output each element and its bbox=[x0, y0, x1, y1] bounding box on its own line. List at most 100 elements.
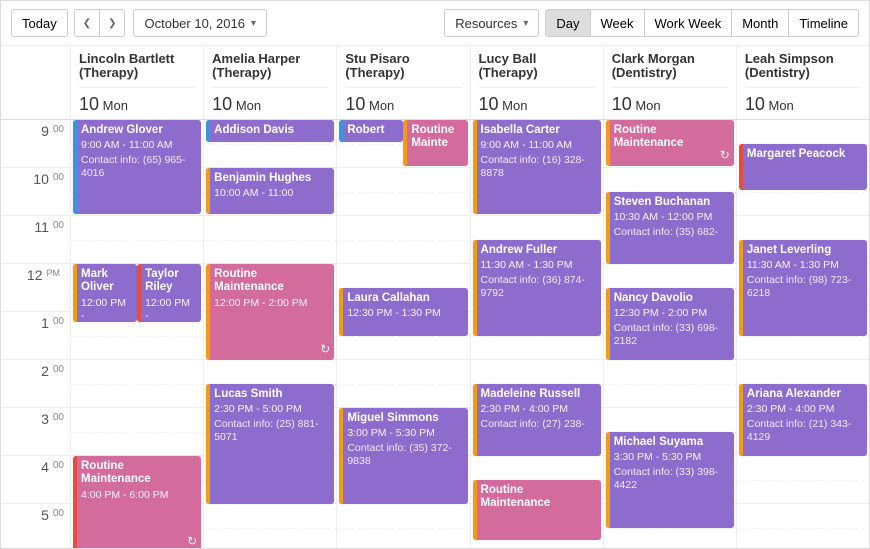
prev-button[interactable]: ❮ bbox=[74, 9, 99, 37]
calendar-lane[interactable]: Robert Routine Mainte Laura Callahan12:30 … bbox=[337, 120, 470, 548]
appointment-time: 11:30 AM - 1:30 PM bbox=[481, 259, 595, 272]
date-picker[interactable]: October 10, 2016 ▾ bbox=[133, 9, 267, 37]
status-stripe bbox=[73, 264, 77, 322]
appointment-title: Taylor Riley bbox=[145, 268, 195, 296]
time-label: 100 bbox=[1, 312, 70, 360]
appointment-time: 12:00 PM - bbox=[81, 297, 131, 321]
appointment[interactable]: Steven Buchanan10:30 AM - 12:00 PMContac… bbox=[606, 192, 734, 264]
appointment-title: Laura Callahan bbox=[347, 292, 461, 306]
next-button[interactable]: ❯ bbox=[99, 9, 125, 37]
appointment[interactable]: Routine Maintenance12:00 PM - 2:00 PM↻ bbox=[206, 264, 334, 360]
appointment[interactable]: Taylor Riley12:00 PM - bbox=[137, 264, 201, 322]
appointment-time: 4:00 PM - 6:00 PM bbox=[81, 489, 195, 502]
resources-dropdown[interactable]: Resources ▾ bbox=[444, 9, 539, 37]
appointment[interactable]: Andrew Fuller11:30 AM - 1:30 PMContact i… bbox=[473, 240, 601, 336]
appointment-title: Steven Buchanan bbox=[614, 196, 728, 210]
appointment[interactable]: Routine Maintenance4:00 PM - 6:00 PM↻ bbox=[73, 456, 201, 548]
toolbar: Today ❮ ❯ October 10, 2016 ▾ Resources ▾… bbox=[1, 1, 869, 46]
appointment[interactable]: Routine Maintenance bbox=[473, 480, 601, 540]
appointment-title: Routine Maintenance bbox=[614, 124, 728, 152]
resource-name: Amelia Harper (Therapy) bbox=[212, 52, 328, 88]
appointment-title: Routine Maintenance bbox=[81, 460, 195, 488]
status-stripe bbox=[606, 192, 610, 264]
appointment[interactable]: Routine Maintenance↻ bbox=[606, 120, 734, 166]
header-date: 10 Mon bbox=[745, 88, 861, 115]
resource-name: Lincoln Bartlett (Therapy) bbox=[79, 52, 195, 88]
appointment-title: Benjamin Hughes bbox=[214, 172, 328, 186]
calendar-lane[interactable]: Margaret Peacock Janet Leverling11:30 AM … bbox=[737, 120, 869, 548]
calendar-lane[interactable]: Addison Davis Benjamin Hughes10:00 AM - 1… bbox=[204, 120, 337, 548]
appointment-time: 9:00 AM - 11:00 AM bbox=[81, 139, 195, 152]
appointment-time: 11:30 AM - 1:30 PM bbox=[747, 259, 861, 272]
view-week[interactable]: Week bbox=[590, 9, 644, 37]
appointment[interactable]: Ariana Alexander2:30 PM - 4:00 PMContact… bbox=[739, 384, 867, 456]
appointment-title: Michael Suyama bbox=[614, 436, 728, 450]
appointment-time: 12:00 PM - 2:00 PM bbox=[214, 297, 328, 310]
resource-header[interactable]: Amelia Harper (Therapy)10 Mon bbox=[204, 46, 337, 119]
appointment[interactable]: Andrew Glover9:00 AM - 11:00 AMContact i… bbox=[73, 120, 201, 214]
status-stripe bbox=[137, 264, 141, 322]
resource-header[interactable]: Leah Simpson (Dentistry)10 Mon bbox=[737, 46, 869, 119]
header-date: 10 Mon bbox=[345, 88, 461, 115]
status-stripe bbox=[473, 384, 477, 456]
view-timeline[interactable]: Timeline bbox=[788, 9, 859, 37]
appointment-title: Addison Davis bbox=[214, 124, 328, 138]
appointment[interactable]: Robert bbox=[339, 120, 403, 142]
appointment[interactable]: Laura Callahan12:30 PM - 1:30 PM bbox=[339, 288, 467, 336]
today-button[interactable]: Today bbox=[11, 9, 68, 37]
status-stripe bbox=[73, 456, 77, 548]
calendar-lane[interactable]: Isabella Carter9:00 AM - 11:00 AMContact… bbox=[471, 120, 604, 548]
resource-header[interactable]: Lincoln Bartlett (Therapy)10 Mon bbox=[71, 46, 204, 119]
appointment[interactable]: Benjamin Hughes10:00 AM - 11:00 bbox=[206, 168, 334, 214]
appointment[interactable]: Nancy Davolio12:30 PM - 2:00 PMContact i… bbox=[606, 288, 734, 360]
appointment-title: Routine Mainte bbox=[411, 124, 461, 152]
resource-header[interactable]: Stu Pisaro (Therapy)10 Mon bbox=[337, 46, 470, 119]
view-day[interactable]: Day bbox=[545, 9, 589, 37]
appointment-time: 12:30 PM - 1:30 PM bbox=[347, 307, 461, 320]
appointment-time: 9:00 AM - 11:00 AM bbox=[481, 139, 595, 152]
appointment[interactable]: Lucas Smith2:30 PM - 5:00 PMContact info… bbox=[206, 384, 334, 504]
appointment-time: 10:00 AM - 11:00 bbox=[214, 187, 328, 200]
view-month[interactable]: Month bbox=[731, 9, 788, 37]
resource-header[interactable]: Lucy Ball (Therapy)10 Mon bbox=[471, 46, 604, 119]
status-stripe bbox=[73, 120, 77, 214]
status-stripe bbox=[339, 120, 343, 142]
status-stripe bbox=[206, 168, 210, 214]
resource-name: Stu Pisaro (Therapy) bbox=[345, 52, 461, 88]
header-date: 10 Mon bbox=[212, 88, 328, 115]
appointment[interactable]: Isabella Carter9:00 AM - 11:00 AMContact… bbox=[473, 120, 601, 214]
recurrence-icon: ↻ bbox=[320, 342, 330, 356]
status-stripe bbox=[206, 264, 210, 360]
appointment-title: Mark Oliver bbox=[81, 268, 131, 296]
appointment-title: Ariana Alexander bbox=[747, 388, 861, 402]
header-date: 10 Mon bbox=[612, 88, 728, 115]
appointment[interactable]: Margaret Peacock bbox=[739, 144, 867, 190]
status-stripe bbox=[606, 288, 610, 360]
status-stripe bbox=[473, 240, 477, 336]
appointment-time: 12:30 PM - 2:00 PM bbox=[614, 307, 728, 320]
appointment-title: Madeleine Russell bbox=[481, 388, 595, 402]
resource-header[interactable]: Clark Morgan (Dentistry)10 Mon bbox=[604, 46, 737, 119]
appointment-time: 2:30 PM - 4:00 PM bbox=[747, 403, 861, 416]
appointment[interactable]: Miguel Simmons3:00 PM - 5:30 PMContact i… bbox=[339, 408, 467, 504]
appointment-title: Lucas Smith bbox=[214, 388, 328, 402]
calendar-lane[interactable]: Andrew Glover9:00 AM - 11:00 AMContact i… bbox=[71, 120, 204, 548]
appointment-time: 3:30 PM - 5:30 PM bbox=[614, 451, 728, 464]
caret-down-icon: ▾ bbox=[523, 18, 528, 29]
resource-name: Leah Simpson (Dentistry) bbox=[745, 52, 861, 88]
status-stripe bbox=[606, 432, 610, 528]
status-stripe bbox=[206, 120, 210, 142]
time-label: 200 bbox=[1, 360, 70, 408]
appointment[interactable]: Michael Suyama3:30 PM - 5:30 PMContact i… bbox=[606, 432, 734, 528]
status-stripe bbox=[339, 408, 343, 504]
appointment-time: 2:30 PM - 5:00 PM bbox=[214, 403, 328, 416]
appointment[interactable]: Madeleine Russell2:30 PM - 4:00 PMContac… bbox=[473, 384, 601, 456]
appointment[interactable]: Mark Oliver12:00 PM - bbox=[73, 264, 137, 322]
appointment[interactable]: Janet Leverling11:30 AM - 1:30 PMContact… bbox=[739, 240, 867, 336]
appointment[interactable]: Routine Mainte bbox=[403, 120, 467, 166]
calendar-lane[interactable]: Routine Maintenance↻ Steven Buchanan10:30… bbox=[604, 120, 737, 548]
status-stripe bbox=[739, 240, 743, 336]
appointment-title: Routine Maintenance bbox=[481, 484, 595, 512]
appointment[interactable]: Addison Davis bbox=[206, 120, 334, 142]
view-work-week[interactable]: Work Week bbox=[644, 9, 732, 37]
